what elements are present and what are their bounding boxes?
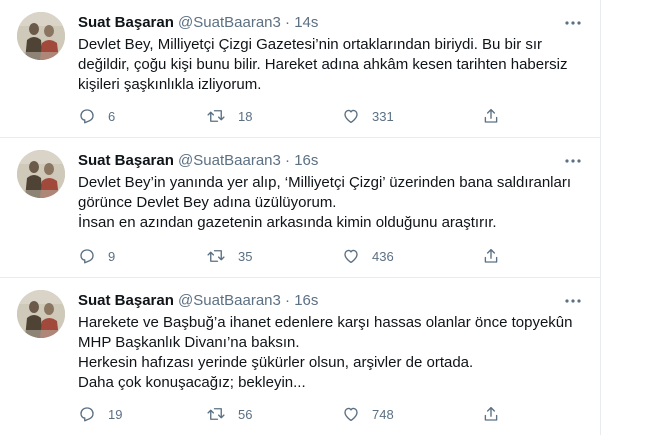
tweet-timestamp[interactable]: 16s <box>294 292 318 309</box>
tweet-text-line: MHP Başkanlık Divanı’na baksın. <box>78 334 300 351</box>
more-options-icon[interactable] <box>562 292 584 310</box>
tweet-actions: 9 35 436 <box>78 246 518 266</box>
tweet-text-line: kişileri şaşkınlıkla izliyorum. <box>78 76 262 93</box>
reply-icon <box>80 109 94 124</box>
tweet-text-line: İnsan en azından gazetenin arkasında kim… <box>78 214 497 231</box>
tweet-text-line: Daha çok konuşacağız; bekleyin... <box>78 374 306 391</box>
separator-dot: · <box>285 152 291 169</box>
retweet-count: 35 <box>238 248 253 264</box>
like-count: 331 <box>372 108 394 124</box>
avatar[interactable] <box>17 150 65 198</box>
like-icon <box>344 109 358 124</box>
reply-count: 9 <box>108 248 116 264</box>
retweet-button[interactable]: 56 <box>206 404 252 424</box>
like-count: 436 <box>372 248 394 264</box>
reply-count: 6 <box>108 108 116 124</box>
share-button[interactable] <box>482 246 500 266</box>
tweet-text: Harekete ve Başbuğ’a ihanet edenlere kar… <box>78 313 583 393</box>
tweet-text-line: Harekete ve Başbuğ’a ihanet edenlere kar… <box>78 314 573 331</box>
share-button[interactable] <box>482 106 500 126</box>
author-name[interactable]: Suat Başaran <box>78 292 174 309</box>
tweet-text-line: Devlet Bey’in yanında yer alıp, ‘Milliye… <box>78 174 572 191</box>
share-icon <box>484 248 498 263</box>
retweet-icon <box>207 408 225 420</box>
tweet[interactable]: Suat Başaran @SuatBaaran3 · 16s Harekete… <box>0 278 600 435</box>
tweet-text-line: Herkesin hafızası yerinde şükürler olsun… <box>78 354 474 371</box>
retweet-count: 18 <box>238 108 253 124</box>
tweet-text-line: değildir, çoğu kişi bunu bilir. Hareket … <box>78 56 568 73</box>
tweet-timestamp[interactable]: 14s <box>294 14 318 31</box>
reply-button[interactable]: 9 <box>78 246 115 266</box>
reply-icon <box>80 407 94 422</box>
like-button[interactable]: 331 <box>342 106 394 126</box>
reply-button[interactable]: 6 <box>78 106 115 126</box>
tweet-header: Suat Başaran @SuatBaaran3 · 14s <box>78 14 318 32</box>
share-icon <box>484 108 498 123</box>
separator-dot: · <box>285 292 291 309</box>
author-handle[interactable]: @SuatBaaran3 <box>178 14 281 31</box>
more-options-icon[interactable] <box>562 14 584 32</box>
avatar[interactable] <box>17 290 65 338</box>
like-count: 748 <box>372 406 394 422</box>
author-name[interactable]: Suat Başaran <box>78 14 174 31</box>
tweet-timestamp[interactable]: 16s <box>294 152 318 169</box>
author-handle[interactable]: @SuatBaaran3 <box>178 292 281 309</box>
reply-count: 19 <box>108 406 123 422</box>
retweet-button[interactable]: 18 <box>206 106 252 126</box>
avatar[interactable] <box>17 12 65 60</box>
like-icon <box>344 249 358 264</box>
tweet-text-line: Devlet Bey, Milliyetçi Çizgi Gazetesi’ni… <box>78 36 543 53</box>
more-options-icon[interactable] <box>562 152 584 170</box>
retweet-button[interactable]: 35 <box>206 246 252 266</box>
reply-icon <box>80 249 94 264</box>
share-icon <box>484 406 498 421</box>
tweet-text-line: görünce Devlet Bey adına üzülüyorum. <box>78 194 337 211</box>
tweet[interactable]: Suat Başaran @SuatBaaran3 · 14s Devlet B… <box>0 0 600 138</box>
tweet-actions: 6 18 331 <box>78 106 518 126</box>
author-name[interactable]: Suat Başaran <box>78 152 174 169</box>
tweet-actions: 19 56 748 <box>78 404 518 424</box>
tweet[interactable]: Suat Başaran @SuatBaaran3 · 16s Devlet B… <box>0 138 600 278</box>
separator-dot: · <box>285 14 291 31</box>
timeline-feed: Suat Başaran @SuatBaaran3 · 14s Devlet B… <box>0 0 601 435</box>
retweet-icon <box>207 250 225 262</box>
share-button[interactable] <box>482 404 500 424</box>
author-handle[interactable]: @SuatBaaran3 <box>178 152 281 169</box>
tweet-text: Devlet Bey, Milliyetçi Çizgi Gazetesi’ni… <box>78 35 583 95</box>
like-button[interactable]: 748 <box>342 404 394 424</box>
retweet-icon <box>207 110 225 122</box>
tweet-text: Devlet Bey’in yanında yer alıp, ‘Milliye… <box>78 173 583 233</box>
tweet-header: Suat Başaran @SuatBaaran3 · 16s <box>78 292 318 310</box>
reply-button[interactable]: 19 <box>78 404 122 424</box>
retweet-count: 56 <box>238 406 253 422</box>
tweet-header: Suat Başaran @SuatBaaran3 · 16s <box>78 152 318 170</box>
like-button[interactable]: 436 <box>342 246 394 266</box>
like-icon <box>344 407 358 422</box>
